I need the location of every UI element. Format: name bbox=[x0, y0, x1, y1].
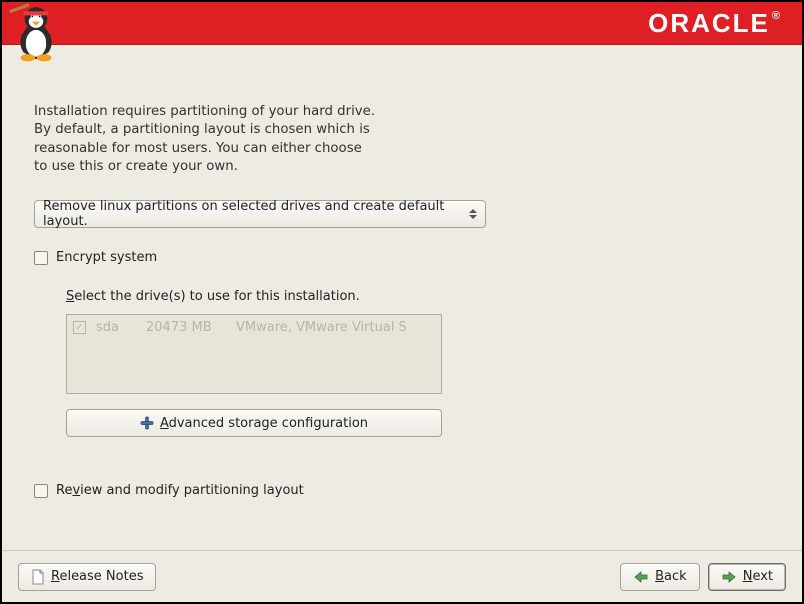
drive-checkbox[interactable]: ✓ bbox=[73, 321, 86, 334]
next-button[interactable]: Next bbox=[708, 563, 786, 591]
oracle-logo: ORACLE® bbox=[648, 8, 782, 39]
dropdown-selected-text: Remove linux partitions on selected driv… bbox=[43, 199, 467, 229]
back-button[interactable]: Back bbox=[620, 563, 700, 591]
review-partitioning-label: Review and modify partitioning layout bbox=[56, 483, 304, 498]
footer-bar: Release Notes Back Next bbox=[2, 550, 802, 602]
review-partitioning-row: Review and modify partitioning layout bbox=[34, 483, 770, 498]
top-banner: ORACLE® bbox=[2, 2, 802, 45]
arrow-left-icon bbox=[633, 570, 649, 584]
encrypt-system-checkbox[interactable] bbox=[34, 251, 48, 265]
drive-list[interactable]: ✓ sda 20473 MB VMware, VMware Virtual S bbox=[66, 314, 442, 394]
partitioning-layout-dropdown[interactable]: Remove linux partitions on selected driv… bbox=[34, 200, 486, 228]
arrow-right-icon bbox=[721, 570, 737, 584]
main-panel: Installation requires partitioning of yo… bbox=[2, 45, 802, 550]
penguin-logo bbox=[1, 0, 71, 68]
release-notes-button[interactable]: Release Notes bbox=[18, 563, 156, 591]
dropdown-arrow-icon bbox=[467, 209, 479, 219]
plus-icon bbox=[140, 416, 154, 430]
select-drives-label: Select the drive(s) to use for this inst… bbox=[66, 289, 770, 304]
encrypt-system-row: Encrypt system bbox=[34, 250, 770, 265]
advanced-storage-button[interactable]: Advanced storage configuration bbox=[66, 409, 442, 437]
list-item[interactable]: ✓ sda 20473 MB VMware, VMware Virtual S bbox=[73, 320, 435, 335]
intro-text: Installation requires partitioning of yo… bbox=[34, 103, 414, 176]
review-partitioning-checkbox[interactable] bbox=[34, 484, 48, 498]
file-icon bbox=[31, 569, 45, 585]
encrypt-system-label: Encrypt system bbox=[56, 250, 157, 265]
